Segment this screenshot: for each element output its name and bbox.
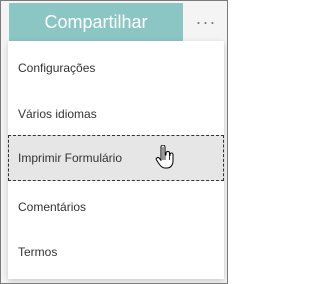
share-button[interactable]: Compartilhar: [9, 3, 183, 41]
more-options-button[interactable]: ···: [187, 3, 225, 41]
menu-item-feedback[interactable]: Comentários: [8, 184, 224, 230]
window-frame: Compartilhar ··· Configurações Vários id…: [0, 0, 228, 284]
menu-item-print-form[interactable]: Imprimir Formulário: [8, 135, 224, 181]
menu-item-languages[interactable]: Vários idiomas: [8, 91, 224, 137]
hand-pointer-icon: [155, 145, 174, 169]
menu-item-terms[interactable]: Termos: [8, 229, 224, 275]
options-menu: Configurações Vários idiomas Imprimir Fo…: [8, 41, 224, 279]
menu-item-settings[interactable]: Configurações: [8, 45, 224, 91]
more-horizontal-icon: ···: [195, 12, 217, 32]
